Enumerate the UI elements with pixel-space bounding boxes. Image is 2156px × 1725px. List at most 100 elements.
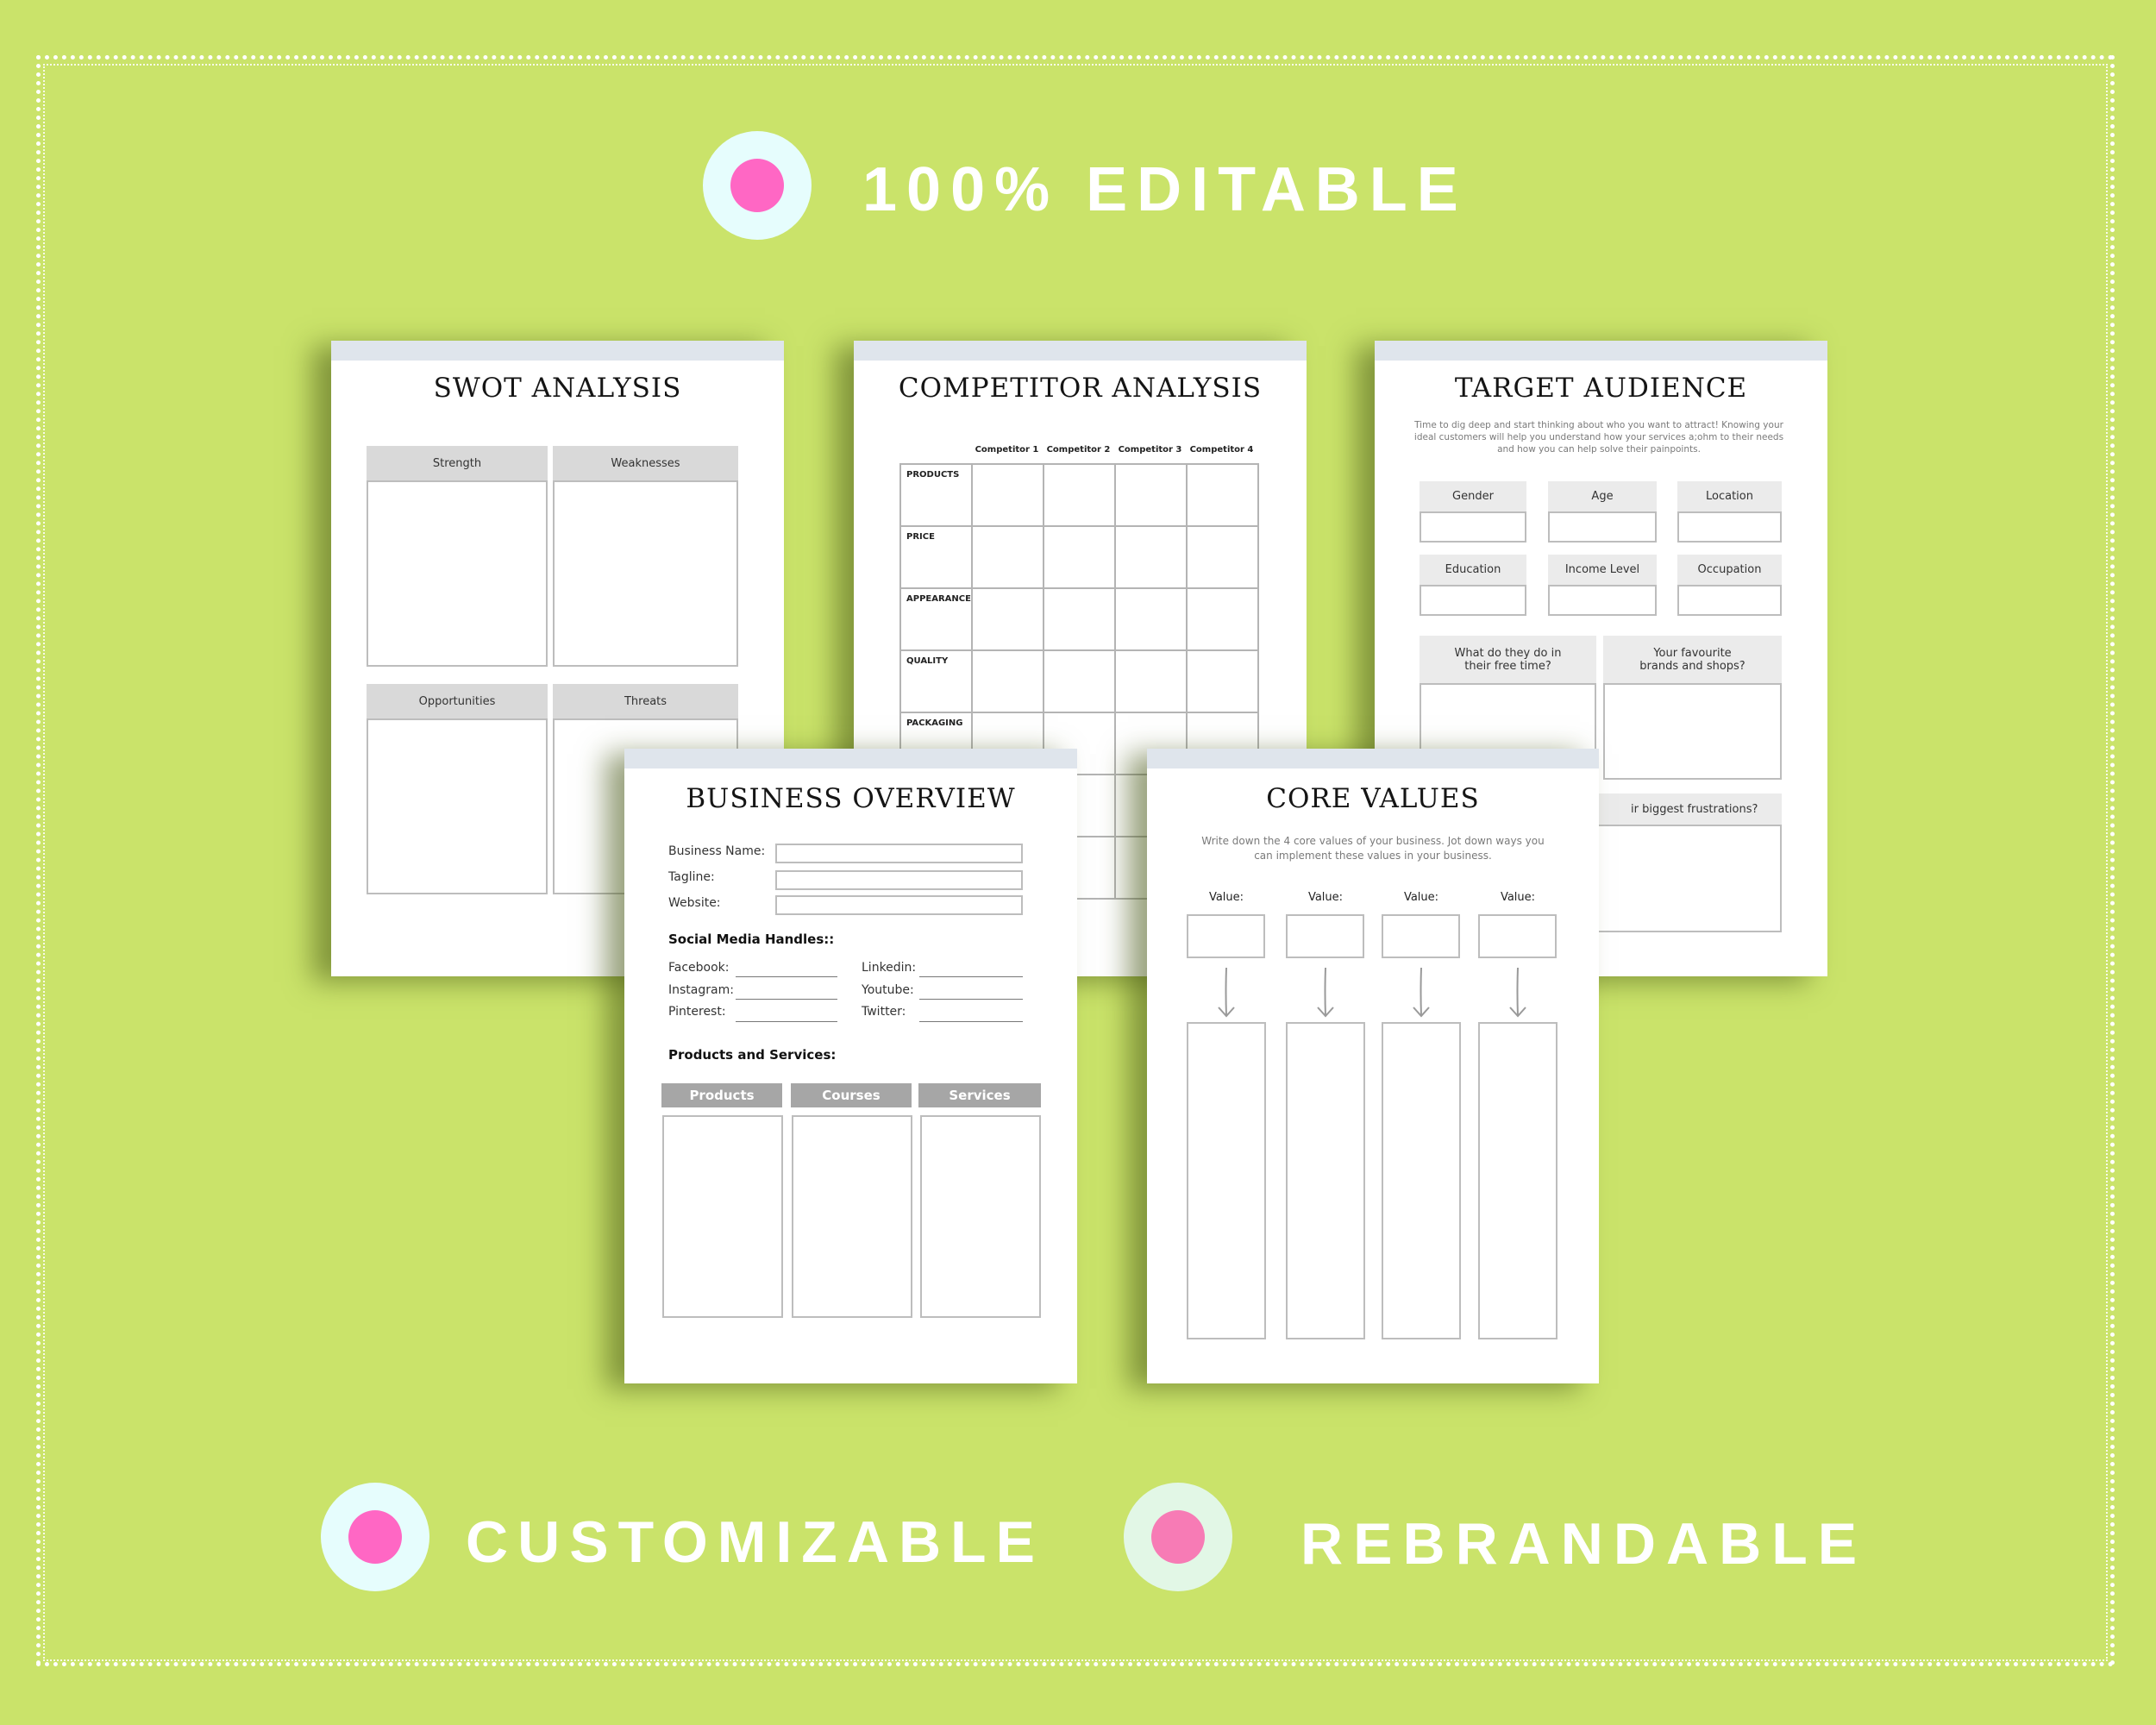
competitor-cell[interactable] <box>1114 463 1188 527</box>
swot-opportunities-header: Opportunities <box>367 684 548 718</box>
youtube-input[interactable] <box>919 999 1023 1000</box>
swot-opportunities-box[interactable] <box>367 718 548 894</box>
competitor-cell[interactable] <box>1043 649 1116 713</box>
core-intro-text: Write down the 4 core values of your bus… <box>1201 835 1545 862</box>
courses-box[interactable] <box>792 1115 912 1318</box>
competitor-cell[interactable] <box>1043 463 1116 527</box>
arrow-down-icon <box>1509 967 1526 1018</box>
page-core-values: CORE VALUES Write down the 4 core values… <box>1147 749 1599 1383</box>
page-header-band <box>624 749 1077 768</box>
core-value-label: Value: <box>1307 891 1344 904</box>
tagline-input[interactable] <box>775 870 1023 890</box>
linkedin-label: Linkedin: <box>862 961 917 975</box>
arrow-down-icon <box>1317 967 1334 1018</box>
target-intro-text: Time to dig deep and start thinking abou… <box>1413 420 1784 455</box>
core-value-notes-box[interactable] <box>1382 1022 1461 1339</box>
competitor-row-label: PRICE <box>906 532 935 542</box>
core-value-notes-box[interactable] <box>1478 1022 1557 1339</box>
core-value-notes-box[interactable] <box>1187 1022 1266 1339</box>
services-column-header: Services <box>918 1083 1041 1107</box>
competitor-row-label-cell: PRODUCTS <box>899 463 973 527</box>
target-field-header: Gender <box>1420 481 1526 511</box>
youtube-label: Youtube: <box>862 983 914 997</box>
competitor-column-header: Competitor 1 <box>975 445 1039 455</box>
target-field-input[interactable] <box>1548 585 1657 616</box>
page-title: COMPETITOR ANALYSIS <box>898 373 1263 404</box>
products-column-header: Products <box>661 1083 782 1107</box>
core-value-notes-box[interactable] <box>1286 1022 1365 1339</box>
target-field-input[interactable] <box>1548 511 1657 543</box>
page-title: CORE VALUES <box>1266 783 1480 814</box>
facebook-label: Facebook: <box>668 961 730 975</box>
social-media-heading: Social Media Handles:: <box>668 932 835 947</box>
competitor-cell[interactable] <box>1186 649 1259 713</box>
core-value-label: Value: <box>1208 891 1244 904</box>
competitor-column-header: Competitor 4 <box>1189 445 1254 455</box>
pink-dot-icon <box>730 159 784 212</box>
twitter-label: Twitter: <box>862 1005 906 1019</box>
competitor-row-label: PRODUCTS <box>906 470 960 480</box>
badge-editable-icon <box>703 131 812 240</box>
competitor-row-label: APPEARANCE <box>906 594 971 604</box>
tagline-label: Tagline: <box>668 870 715 884</box>
swot-strength-box[interactable] <box>367 480 548 667</box>
twitter-input[interactable] <box>919 1021 1023 1022</box>
feature-customizable: CUSTOMIZABLE <box>466 1509 1044 1575</box>
competitor-row-label: QUALITY <box>906 656 949 666</box>
competitor-cell[interactable] <box>1114 649 1188 713</box>
competitor-cell[interactable] <box>1186 525 1259 589</box>
swot-weaknesses-header: Weaknesses <box>553 446 738 480</box>
target-field-input[interactable] <box>1677 511 1782 543</box>
pinterest-label: Pinterest: <box>668 1005 726 1019</box>
page-header-band <box>1147 749 1599 768</box>
arrow-down-icon <box>1218 967 1235 1018</box>
competitor-cell[interactable] <box>971 463 1044 527</box>
services-box[interactable] <box>920 1115 1041 1318</box>
swot-threats-header: Threats <box>553 684 738 718</box>
competitor-cell[interactable] <box>1043 525 1116 589</box>
question-free-time-header: What do they do in their free time? <box>1420 636 1596 683</box>
core-value-input[interactable] <box>1382 914 1460 958</box>
competitor-row-label-cell: QUALITY <box>899 649 973 713</box>
swot-strength-header: Strength <box>367 446 548 480</box>
competitor-cell[interactable] <box>971 649 1044 713</box>
core-value-label: Value: <box>1500 891 1536 904</box>
competitor-cell[interactable] <box>971 587 1044 651</box>
business-name-input[interactable] <box>775 844 1023 863</box>
target-field-input[interactable] <box>1420 585 1526 616</box>
pinterest-input[interactable] <box>736 1021 837 1022</box>
core-value-label: Value: <box>1403 891 1439 904</box>
competitor-cell[interactable] <box>1186 463 1259 527</box>
target-field-header: Occupation <box>1677 555 1782 585</box>
competitor-cell[interactable] <box>1114 525 1188 589</box>
competitor-cell[interactable] <box>1043 587 1116 651</box>
question-brands-box[interactable] <box>1603 683 1782 780</box>
linkedin-input[interactable] <box>919 976 1023 977</box>
competitor-cell[interactable] <box>1114 587 1188 651</box>
website-input[interactable] <box>775 895 1023 915</box>
instagram-label: Instagram: <box>668 983 734 997</box>
products-services-heading: Products and Services: <box>668 1047 837 1063</box>
competitor-column-header: Competitor 3 <box>1118 445 1182 455</box>
badge-customizable-icon <box>321 1483 429 1591</box>
target-field-input[interactable] <box>1677 585 1782 616</box>
competitor-cell[interactable] <box>1186 587 1259 651</box>
question-brands-header: Your favourite brands and shops? <box>1603 636 1782 683</box>
competitor-cell[interactable] <box>971 525 1044 589</box>
core-value-input[interactable] <box>1187 914 1265 958</box>
core-value-input[interactable] <box>1286 914 1364 958</box>
target-field-header: Education <box>1420 555 1526 585</box>
courses-column-header: Courses <box>791 1083 912 1107</box>
instagram-input[interactable] <box>736 999 837 1000</box>
pink-dot-icon <box>348 1510 402 1564</box>
core-value-input[interactable] <box>1478 914 1557 958</box>
facebook-input[interactable] <box>736 976 837 977</box>
competitor-row-label-cell: APPEARANCE <box>899 587 973 651</box>
page-title: SWOT ANALYSIS <box>433 373 682 404</box>
swot-weaknesses-box[interactable] <box>553 480 738 667</box>
products-box[interactable] <box>662 1115 783 1318</box>
target-field-input[interactable] <box>1420 511 1526 543</box>
website-label: Website: <box>668 896 721 910</box>
page-header-band <box>331 341 784 361</box>
target-field-header: Income Level <box>1548 555 1657 585</box>
